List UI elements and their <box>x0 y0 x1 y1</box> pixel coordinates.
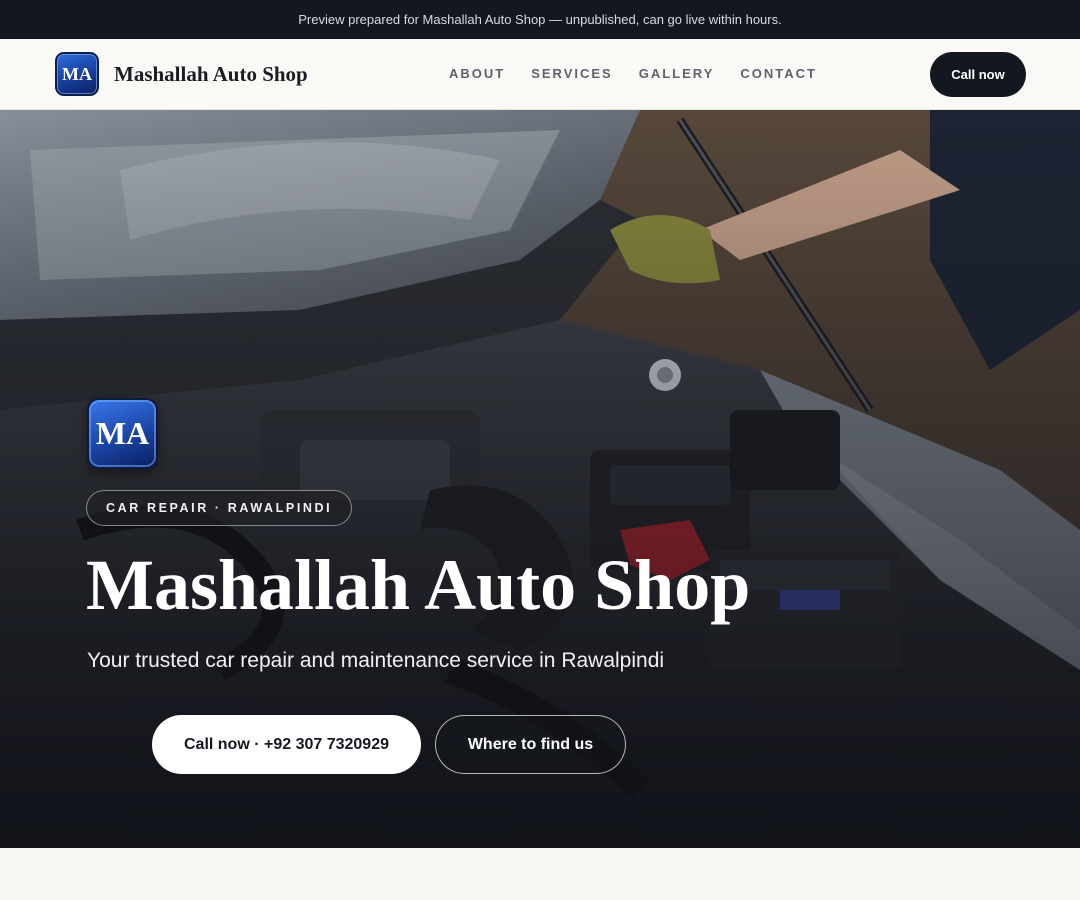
header-call-button[interactable]: Call now <box>930 52 1026 97</box>
nav-gallery[interactable]: GALLERY <box>639 66 715 81</box>
hero-location-button[interactable]: Where to find us <box>435 715 626 774</box>
main-nav: ABOUT SERVICES GALLERY CONTACT <box>449 66 843 81</box>
brand-link[interactable]: MA Mashallah Auto Shop <box>55 52 308 96</box>
hero-call-button[interactable]: Call now · +92 307 7320929 <box>152 715 421 774</box>
preview-announcement-bar: Preview prepared for Mashallah Auto Shop… <box>0 0 1080 39</box>
next-section <box>0 848 1080 900</box>
hero-title: Mashallah Auto Shop <box>86 545 751 625</box>
site-header: MA Mashallah Auto Shop ABOUT SERVICES GA… <box>0 39 1080 110</box>
nav-services[interactable]: SERVICES <box>531 66 613 81</box>
nav-contact[interactable]: CONTACT <box>740 66 817 81</box>
nav-about[interactable]: ABOUT <box>449 66 505 81</box>
hero-section: MA CAR REPAIR · RAWALPINDI Mashallah Aut… <box>0 110 1080 848</box>
announcement-text: Preview prepared for Mashallah Auto Shop… <box>298 12 782 27</box>
logo-icon: MA <box>55 52 99 96</box>
hero-tag-badge: CAR REPAIR · RAWALPINDI <box>86 490 353 526</box>
hero-logo-icon: MA <box>87 398 158 469</box>
logo-text: MA <box>62 63 92 84</box>
brand-name: Mashallah Auto Shop <box>114 61 308 86</box>
hero-tag-text: CAR REPAIR · RAWALPINDI <box>106 501 333 515</box>
hero-logo-text: MA <box>95 415 150 451</box>
hero-subtitle: Your trusted car repair and maintenance … <box>87 649 665 672</box>
